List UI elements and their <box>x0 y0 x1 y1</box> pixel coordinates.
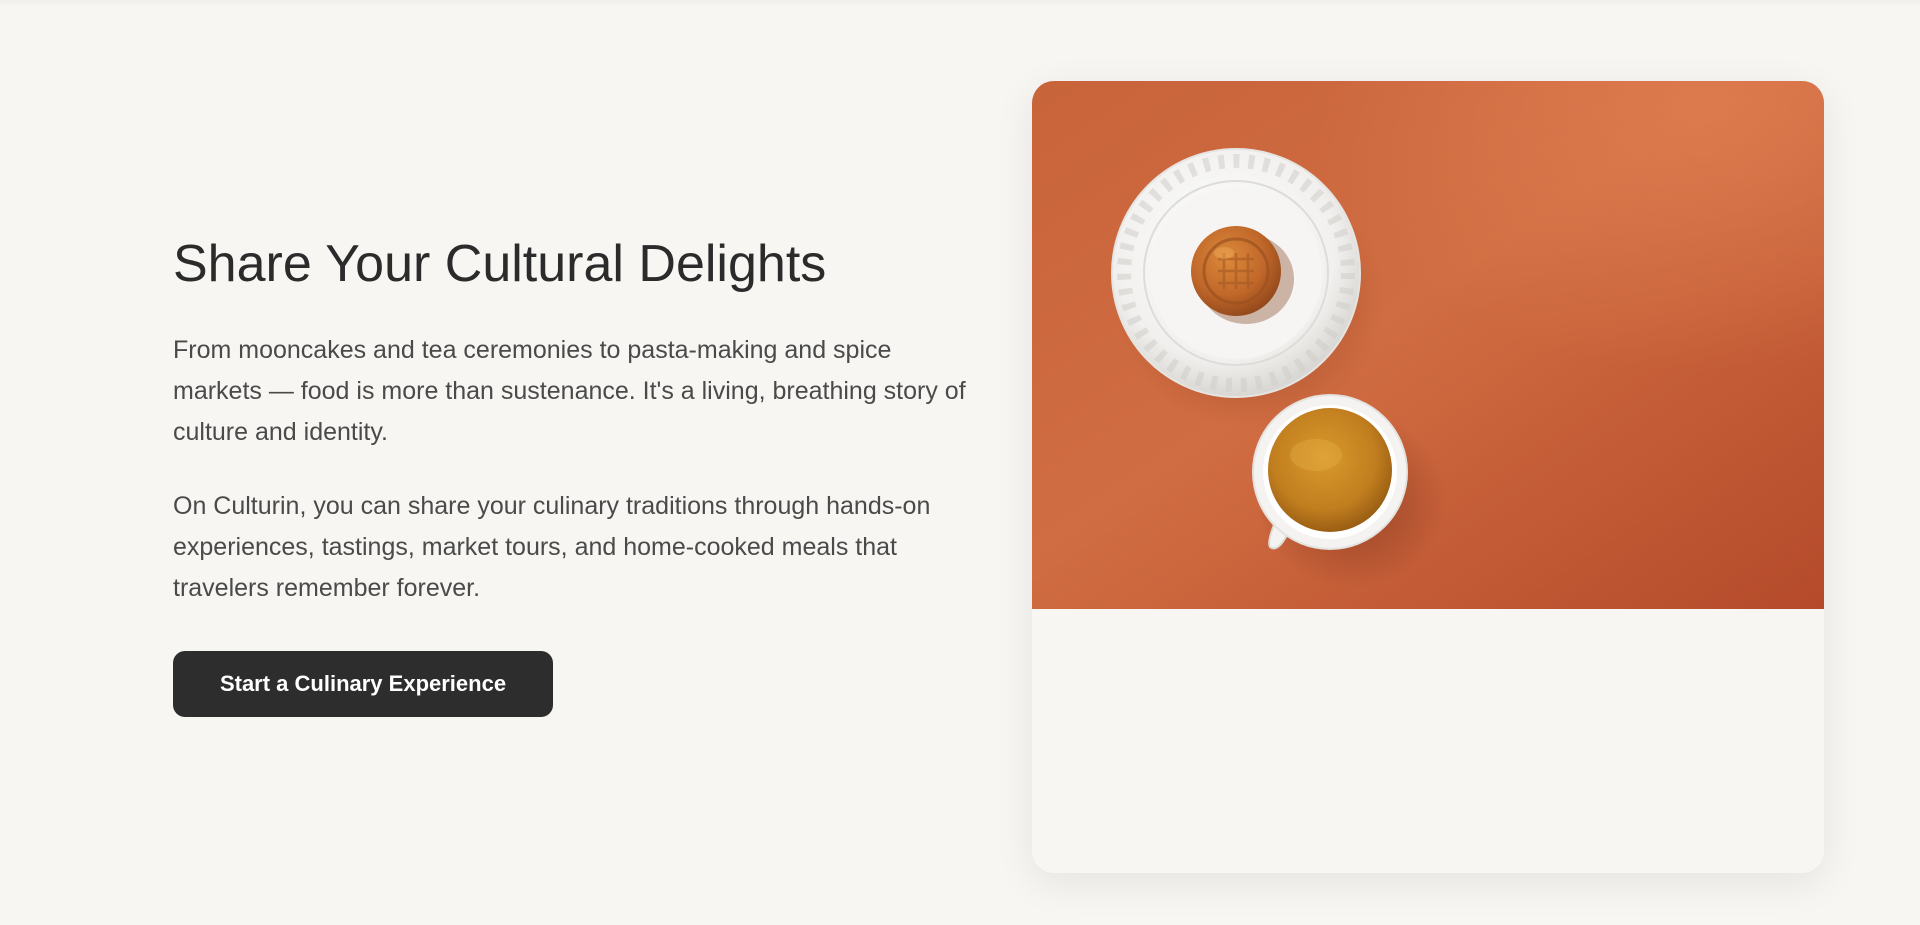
image-card <box>1032 81 1824 873</box>
start-culinary-experience-button[interactable]: Start a Culinary Experience <box>173 651 553 717</box>
top-shade <box>0 0 1920 8</box>
mooncake-tea-photo <box>1032 81 1824 609</box>
hero-text-column: Share Your Cultural Delights From moonca… <box>173 232 973 717</box>
hero-title: Share Your Cultural Delights <box>173 235 827 293</box>
tea-cup <box>1252 394 1408 550</box>
page: Share Your Cultural Delights From moonca… <box>0 0 1920 925</box>
hero-paragraph-2: On Culturin, you can share your culinary… <box>173 492 931 602</box>
hero-paragraph-1: From mooncakes and tea ceremonies to pas… <box>173 336 966 446</box>
